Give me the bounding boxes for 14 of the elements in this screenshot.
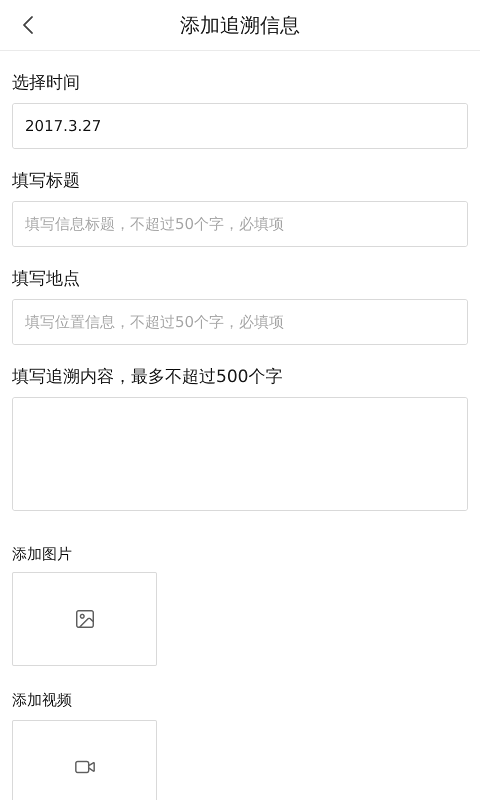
- section-label: 添加视频: [12, 690, 73, 711]
- field-label: 选择时间: [12, 72, 81, 95]
- image-icon: [74, 608, 96, 630]
- content-textarea[interactable]: [12, 397, 468, 511]
- section-label: 添加图片: [12, 544, 73, 565]
- text-field[interactable]: 填写信息标题，不超过50个字，必填项: [12, 201, 468, 247]
- text-field[interactable]: 填写位置信息，不超过50个字，必填项: [12, 299, 468, 345]
- field-label: 填写追溯内容，最多不超过500个字: [12, 366, 284, 389]
- add-image-button[interactable]: [12, 572, 157, 666]
- field-label: 填写标题: [12, 170, 81, 193]
- page-title: 添加追溯信息: [180, 12, 300, 39]
- text-field[interactable]: 2017.3.27: [12, 103, 468, 149]
- add-video-button[interactable]: [12, 720, 157, 800]
- field-label: 填写地点: [12, 268, 81, 291]
